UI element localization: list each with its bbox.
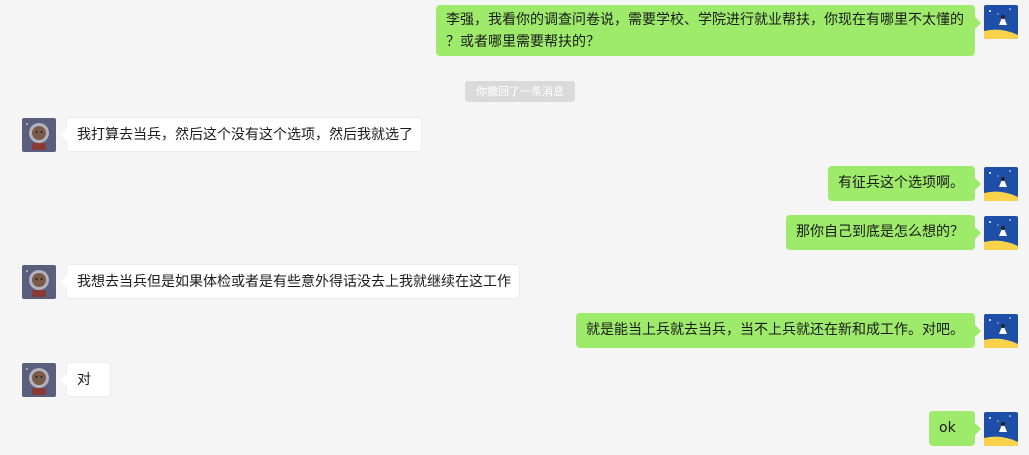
my-avatar[interactable] — [984, 314, 1018, 348]
message-text: 就是能当上兵就去当兵，当不上兵就还在新和成工作。对吧。 — [586, 322, 964, 338]
message-text: 我想去当兵但是如果体检或者是有些意外得话没去上我就继续在这工作 — [77, 274, 511, 290]
my-avatar[interactable] — [984, 5, 1018, 39]
astronaut-bear-icon — [22, 118, 56, 152]
message-text: 有征兵这个选项啊。 — [838, 175, 964, 191]
message-bubble-sent[interactable]: 有征兵这个选项啊。 — [828, 166, 981, 201]
night-sky-moon-icon — [984, 412, 1018, 446]
contact-avatar[interactable] — [22, 265, 56, 299]
message-text: 那你自己到底是怎么想的？ — [796, 224, 964, 240]
my-avatar[interactable] — [984, 216, 1018, 250]
contact-avatar[interactable] — [22, 363, 56, 397]
night-sky-moon-icon — [984, 216, 1018, 250]
message-bubble-sent[interactable]: 就是能当上兵就去当兵，当不上兵就还在新和成工作。对吧。 — [576, 313, 981, 348]
message-recalled-notice: 你撤回了一条消息 — [465, 81, 575, 102]
message-bubble-received[interactable]: 对 — [61, 362, 111, 397]
my-avatar[interactable] — [984, 167, 1018, 201]
astronaut-bear-icon — [22, 265, 56, 299]
message-text: 对 — [77, 372, 91, 388]
message-bubble-sent[interactable]: 李强，我看你的调查问卷说，需要学校、学院进行就业帮扶，你现在有哪里不太懂的 ？或… — [436, 5, 981, 56]
astronaut-bear-icon — [22, 363, 56, 397]
night-sky-moon-icon — [984, 5, 1018, 39]
message-bubble-sent[interactable]: ok — [929, 411, 981, 446]
message-bubble-received[interactable]: 我打算去当兵，然后这个没有这个选项，然后我就选了 — [61, 117, 422, 152]
my-avatar[interactable] — [984, 412, 1018, 446]
message-text-line: ？或者哪里需要帮扶的？ — [446, 34, 600, 50]
message-text: 我打算去当兵，然后这个没有这个选项，然后我就选了 — [77, 127, 413, 143]
night-sky-moon-icon — [984, 314, 1018, 348]
night-sky-moon-icon — [984, 167, 1018, 201]
message-bubble-received[interactable]: 我想去当兵但是如果体检或者是有些意外得话没去上我就继续在这工作 — [61, 264, 520, 299]
message-text-line: 李强，我看你的调查问卷说，需要学校、学院进行就业帮扶，你现在有哪里不太懂的 — [446, 12, 964, 28]
message-bubble-sent[interactable]: 那你自己到底是怎么想的？ — [786, 215, 981, 250]
contact-avatar[interactable] — [22, 118, 56, 152]
message-text: ok — [939, 420, 956, 436]
